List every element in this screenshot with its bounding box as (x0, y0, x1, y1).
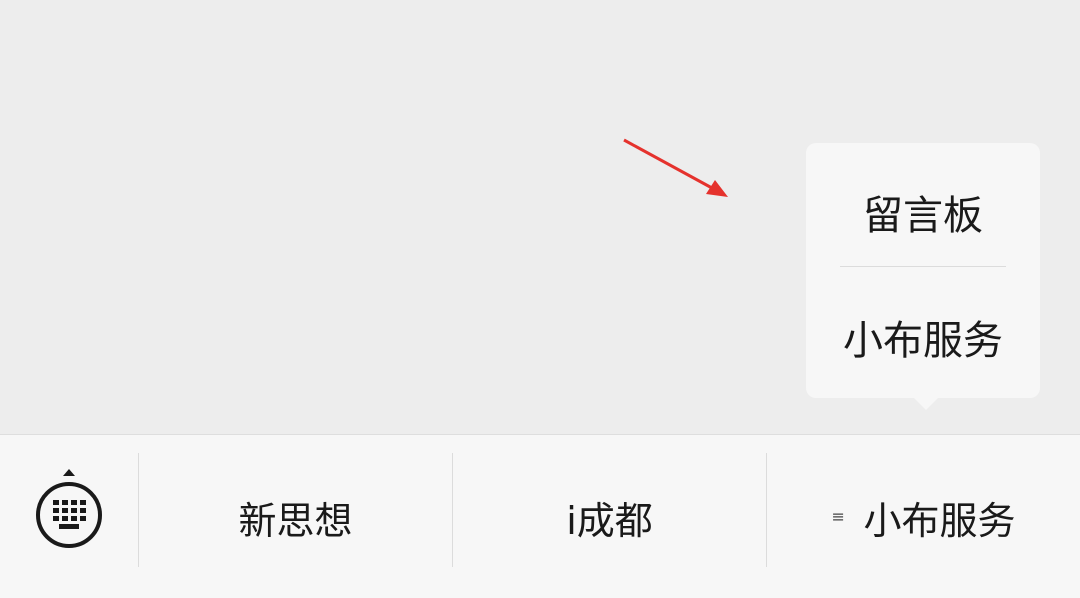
menu-item-xiaobu-service[interactable]: ≡ 小布服务 (767, 435, 1080, 598)
submenu-item-message-board[interactable]: 留言板 (806, 183, 1040, 241)
menu-item-label: 小布服务 (863, 498, 1016, 543)
submenu-divider (840, 266, 1006, 267)
bottom-menu-bar: 新思想 i成都 ≡ 小布服务 (0, 434, 1080, 598)
menu-item-label: 新思想 (238, 498, 353, 543)
red-arrow-annotation (623, 138, 728, 197)
submenu-item-label: 小布服务 (843, 318, 1003, 364)
keyboard-icon (36, 469, 102, 548)
submenu-item-label: 留言板 (863, 193, 983, 239)
submenu-item-xiaobu-service[interactable]: 小布服务 (806, 308, 1040, 366)
menu-item-label: i成都 (566, 498, 653, 543)
menu-item-i-chengdu[interactable]: i成都 (453, 435, 766, 598)
menu-item-new-thought[interactable]: 新思想 (139, 435, 452, 598)
submenu-icon: ≡ (831, 507, 845, 526)
chat-screen: 留言板 小布服务 新思想 i成都 ≡ 小布服务 (0, 0, 1080, 598)
submenu-popup-tail (914, 398, 938, 410)
keyboard-toggle-button[interactable] (0, 435, 138, 598)
